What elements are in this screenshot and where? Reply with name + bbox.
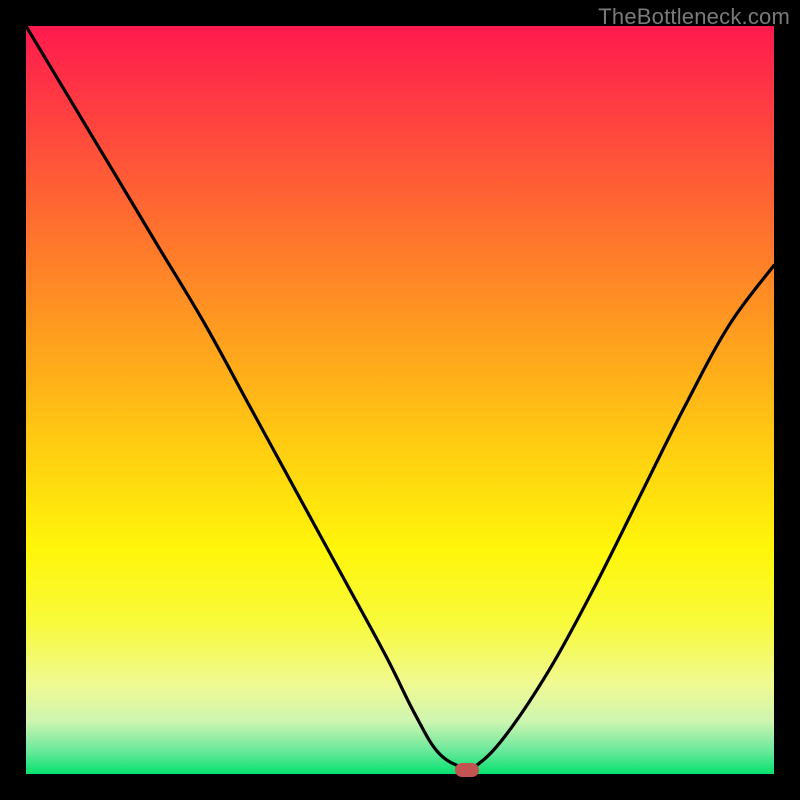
bottleneck-curve [26,26,774,770]
watermark-text: TheBottleneck.com [598,4,790,30]
optimal-marker [455,763,479,777]
plot-area [26,26,774,774]
curve-svg [26,26,774,774]
chart-frame: TheBottleneck.com [0,0,800,800]
